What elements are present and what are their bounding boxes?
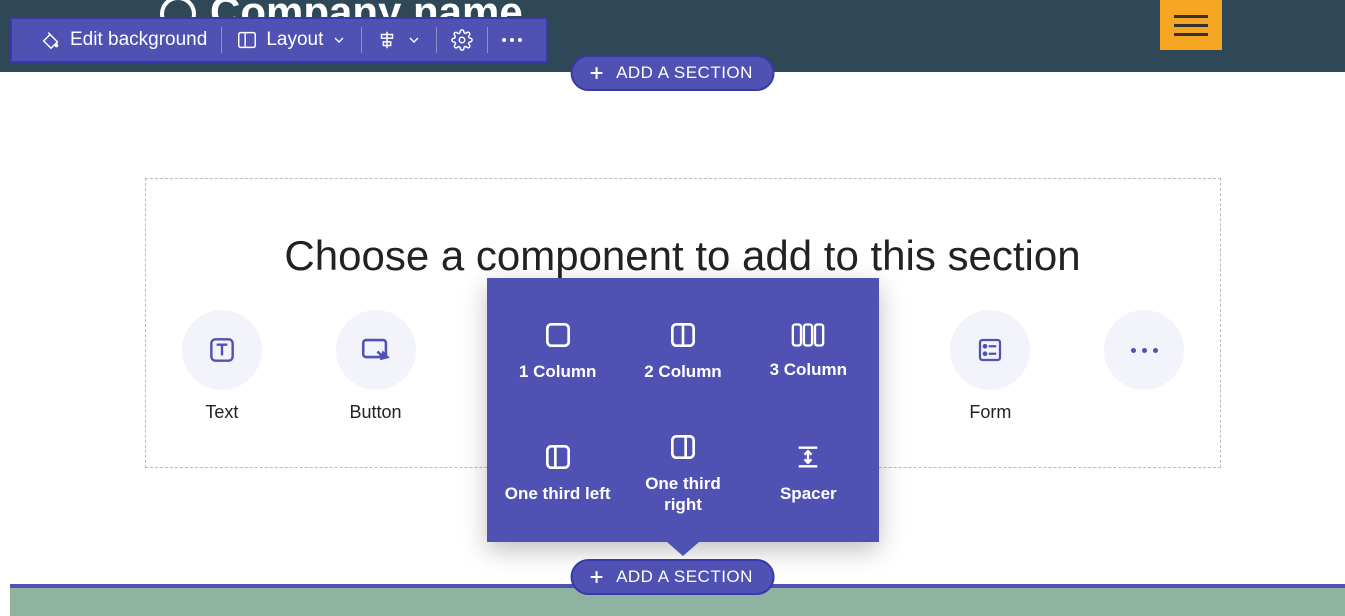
plus-icon: [586, 567, 606, 587]
gear-icon: [451, 29, 473, 51]
layout-icon: [236, 29, 258, 51]
layout-label: One third left: [505, 483, 611, 504]
layout-label: 3 Column: [770, 359, 847, 380]
align-center-icon: [376, 29, 398, 51]
two-column-icon: [667, 319, 699, 351]
plus-icon: [586, 63, 606, 83]
layout-3-column[interactable]: 3 Column: [753, 321, 863, 380]
add-section-bottom-button[interactable]: ADD A SECTION: [570, 559, 775, 595]
button-icon: [359, 333, 393, 367]
component-label: Button: [350, 402, 402, 423]
component-text[interactable]: Text: [164, 310, 279, 423]
chevron-down-icon: [406, 32, 422, 48]
layout-spacer[interactable]: Spacer: [753, 441, 863, 504]
layout-label: One third right: [628, 473, 738, 516]
more-icon: [1131, 348, 1158, 353]
layout-label: 1 Column: [519, 361, 596, 382]
add-section-label: ADD A SECTION: [616, 567, 753, 587]
component-form[interactable]: Form: [933, 310, 1048, 423]
hamburger-menu-button[interactable]: [1160, 0, 1222, 50]
add-section-top-button[interactable]: ADD A SECTION: [570, 55, 775, 91]
settings-button[interactable]: [437, 19, 487, 61]
component-label: Text: [205, 402, 238, 423]
three-column-icon: [790, 321, 826, 349]
layout-1-column[interactable]: 1 Column: [503, 319, 613, 382]
layout-2-column[interactable]: 2 Column: [628, 319, 738, 382]
more-icon: [502, 38, 522, 42]
component-button[interactable]: Button: [318, 310, 433, 423]
layout-button[interactable]: Layout: [222, 19, 361, 61]
layout-label: Spacer: [780, 483, 837, 504]
form-icon: [975, 335, 1005, 365]
paint-bucket-icon: [40, 29, 62, 51]
layout-one-third-right[interactable]: One third right: [628, 431, 738, 516]
text-icon: [206, 334, 238, 366]
layout-one-third-left[interactable]: One third left: [503, 441, 613, 504]
layout-label: Layout: [266, 29, 323, 51]
one-column-icon: [542, 319, 574, 351]
spacer-icon: [794, 441, 822, 473]
layout-label: 2 Column: [644, 361, 721, 382]
one-third-left-icon: [542, 441, 574, 473]
component-more[interactable]: [1087, 310, 1202, 390]
more-button[interactable]: [488, 19, 536, 61]
add-section-label: ADD A SECTION: [616, 63, 753, 83]
align-button[interactable]: [362, 19, 436, 61]
edit-background-button[interactable]: Edit background: [26, 19, 221, 61]
edit-background-label: Edit background: [70, 29, 207, 51]
one-third-right-icon: [667, 431, 699, 463]
section-toolbar: Edit background Layout: [10, 17, 548, 63]
layout-popover: 1 Column 2 Column 3 Column One third lef…: [487, 278, 879, 542]
component-label: Form: [969, 402, 1011, 423]
choose-heading: Choose a component to add to this sectio…: [0, 232, 1345, 280]
chevron-down-icon: [331, 32, 347, 48]
